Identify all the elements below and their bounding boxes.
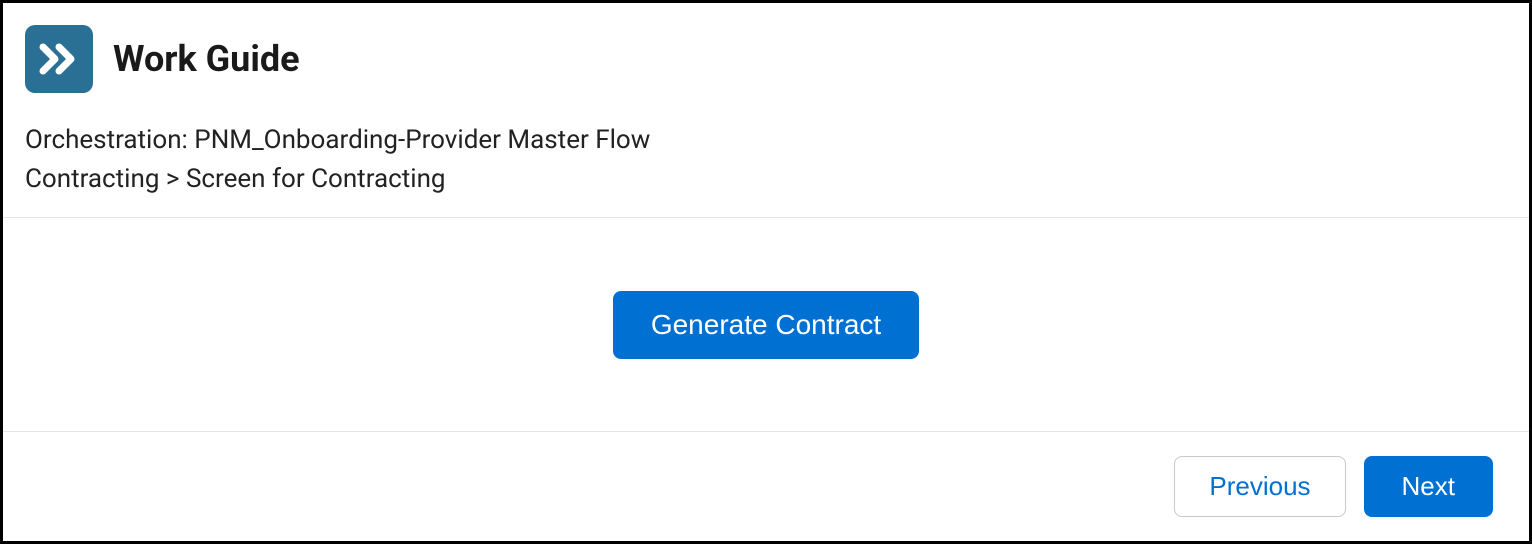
work-guide-panel: Work Guide Orchestration: PNM_Onboarding…: [0, 0, 1532, 544]
panel-footer: Previous Next: [3, 432, 1529, 541]
panel-header: Work Guide Orchestration: PNM_Onboarding…: [3, 3, 1529, 218]
panel-body: Generate Contract: [3, 218, 1529, 432]
orchestration-label: Orchestration: PNM_Onboarding-Provider M…: [25, 121, 1507, 160]
previous-button[interactable]: Previous: [1174, 456, 1345, 517]
generate-contract-button[interactable]: Generate Contract: [613, 291, 919, 359]
next-button[interactable]: Next: [1364, 456, 1493, 517]
page-title: Work Guide: [113, 38, 300, 80]
double-chevron-icon: [25, 25, 93, 93]
breadcrumb: Contracting > Screen for Contracting: [25, 160, 1507, 199]
title-row: Work Guide: [25, 25, 1507, 93]
